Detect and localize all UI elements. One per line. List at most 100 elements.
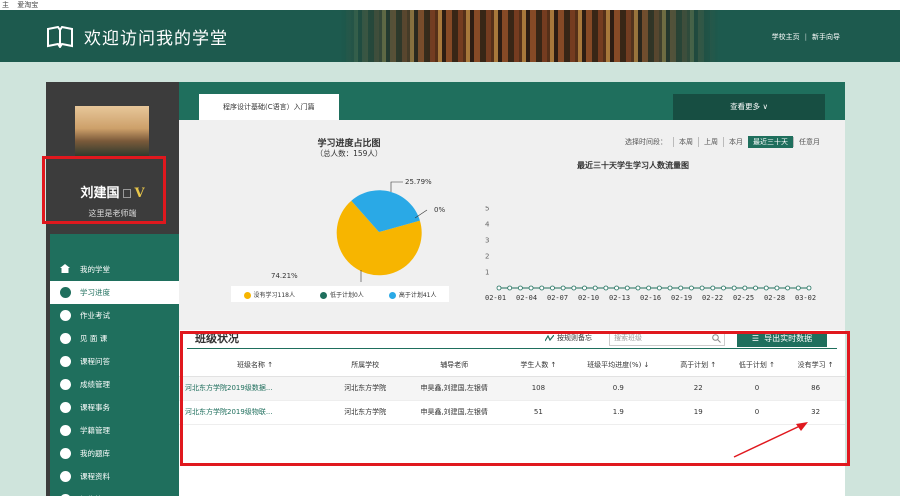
site-title: 欢迎访问我的学堂 bbox=[84, 29, 228, 49]
link-separator: | bbox=[804, 33, 807, 41]
data-point bbox=[550, 285, 555, 291]
x-tick-label: 02-22 bbox=[702, 294, 723, 302]
data-point bbox=[582, 285, 587, 291]
sidebar-item[interactable]: 我的题库 bbox=[50, 442, 179, 465]
statistics-area: 学习进度占比图 （总人数：159人） 25.79% 0% 74.21% 没有学习… bbox=[179, 120, 845, 330]
bookmarks-bar: 主 爱淘宝 bbox=[0, 0, 900, 10]
data-point bbox=[721, 285, 726, 291]
period-option[interactable]: 最近三十天 bbox=[748, 136, 793, 148]
view-more-button[interactable]: 查看更多 ∨ bbox=[673, 94, 825, 120]
legend-item[interactable]: 高于计划41人 bbox=[388, 290, 437, 299]
home-icon bbox=[60, 264, 70, 273]
sidebar-item-label: 见 面 课 bbox=[80, 334, 108, 343]
data-point bbox=[806, 285, 812, 291]
avatar[interactable] bbox=[75, 106, 149, 156]
beginner-guide-link[interactable]: 新手向导 bbox=[812, 33, 840, 41]
top-links: 学校主页 | 新手向导 bbox=[772, 32, 840, 42]
y-tick-label: 1 bbox=[485, 269, 489, 277]
site-logo[interactable]: 欢迎访问我的学堂 bbox=[46, 24, 228, 49]
school-home-link[interactable]: 学校主页 bbox=[772, 33, 800, 41]
pie-legend: 没有学习118人 低于计划0人 高于计划41人 bbox=[231, 286, 449, 302]
legend-dot bbox=[388, 291, 396, 299]
legend-label: 没有学习118人 bbox=[253, 291, 295, 299]
data-point bbox=[614, 285, 619, 291]
sidebar-item-label: 课程事务 bbox=[80, 403, 110, 412]
traffic-line-chart: 1 2 3 4 5 02-01 02-04 02-07 02-10 02-13 02-16 02-19… bbox=[485, 206, 816, 302]
line-chart-title: 最近三十天学生学习人数流量图 bbox=[577, 161, 689, 170]
data-point bbox=[774, 285, 780, 291]
pie-label-not-learning: 74.21% bbox=[271, 272, 298, 280]
y-tick-label: 2 bbox=[485, 253, 489, 261]
data-point bbox=[646, 285, 652, 291]
check-icon bbox=[60, 379, 71, 390]
data-point bbox=[592, 285, 598, 291]
data-point bbox=[731, 285, 737, 291]
data-point bbox=[539, 285, 545, 291]
data-point bbox=[699, 285, 705, 291]
data-point bbox=[528, 285, 534, 291]
period-option[interactable]: 上周 bbox=[698, 137, 723, 147]
y-tick-label: 5 bbox=[485, 206, 489, 213]
folder-icon bbox=[60, 471, 71, 482]
data-point bbox=[656, 285, 662, 291]
sidebar-item[interactable]: 学习进度 bbox=[50, 281, 179, 304]
sidebar-item[interactable]: 学籍管理 bbox=[50, 419, 179, 442]
data-point bbox=[742, 285, 748, 291]
data-point bbox=[753, 285, 758, 291]
data-point bbox=[496, 285, 502, 291]
period-option[interactable]: 本周 bbox=[673, 137, 698, 147]
chat-icon bbox=[60, 356, 71, 367]
data-point bbox=[795, 285, 801, 291]
progress-icon bbox=[60, 287, 71, 298]
data-point bbox=[785, 285, 791, 291]
sidebar-item-label: 学籍管理 bbox=[80, 426, 110, 435]
sidebar-item[interactable]: 招生管理 bbox=[50, 488, 179, 496]
sidebar-item-label: 我的学堂 bbox=[80, 265, 110, 274]
sidebar-item[interactable]: 课程事务 bbox=[50, 396, 179, 419]
period-label: 选择时间段： bbox=[625, 138, 667, 146]
pencil-icon bbox=[60, 310, 71, 321]
annotation-arrow bbox=[733, 422, 808, 458]
period-option[interactable]: 任意月 bbox=[793, 137, 825, 147]
course-tab-bar: 程序设计基础(C语言）入门篇 查看更多 ∨ bbox=[179, 82, 845, 120]
x-tick-label: 02-07 bbox=[547, 294, 568, 302]
x-tick-label: 02-01 bbox=[485, 294, 506, 302]
sidebar-item[interactable]: 作业考试 bbox=[50, 304, 179, 327]
sidebar-item[interactable]: 成绩管理 bbox=[50, 373, 179, 396]
sidebar-item-label: 学习进度 bbox=[80, 288, 110, 297]
progress-pie-chart: 25.79% 0% 74.21% bbox=[271, 178, 445, 282]
sidebar-item-label: 我的题库 bbox=[80, 449, 110, 458]
legend-item[interactable]: 低于计划0人 bbox=[319, 290, 364, 299]
sidebar-item[interactable]: 我的学堂 bbox=[50, 258, 179, 281]
data-point bbox=[571, 285, 577, 291]
site-header: 欢迎访问我的学堂 学校主页 | 新手向导 bbox=[0, 10, 900, 62]
legend-dot bbox=[243, 291, 251, 299]
data-point bbox=[689, 285, 694, 291]
data-point bbox=[624, 285, 630, 291]
legend-label: 低于计划0人 bbox=[329, 291, 364, 299]
bookmark-item[interactable]: 主 bbox=[2, 1, 9, 9]
pie-label-above-plan: 25.79% bbox=[405, 178, 432, 186]
data-point bbox=[560, 285, 566, 291]
book-icon bbox=[60, 448, 71, 459]
x-tick-label: 02-16 bbox=[640, 294, 661, 302]
pie-label-below-plan: 0% bbox=[434, 206, 445, 214]
sidebar-item-label: 成绩管理 bbox=[80, 380, 110, 389]
globe-icon bbox=[60, 333, 71, 344]
data-point bbox=[635, 285, 641, 291]
data-point bbox=[710, 285, 716, 291]
period-option[interactable]: 本月 bbox=[723, 137, 748, 147]
data-point bbox=[507, 285, 513, 291]
label-line bbox=[390, 181, 403, 192]
legend-label: 高于计划41人 bbox=[398, 291, 437, 299]
legend-item[interactable]: 没有学习118人 bbox=[243, 290, 295, 299]
tab-course[interactable]: 程序设计基础(C语言）入门篇 bbox=[199, 94, 339, 120]
sidebar-item[interactable]: 课程问答 bbox=[50, 350, 179, 373]
bookmark-item[interactable]: 爱淘宝 bbox=[17, 1, 38, 9]
y-tick-label: 4 bbox=[485, 221, 490, 229]
side-panel: 刘建国 V 这里是老师端 我的学堂 学习进度 作业考试见 面 课课程问答 成绩管理 课程事… bbox=[46, 82, 179, 496]
sidebar-item[interactable]: 课程资料 bbox=[50, 465, 179, 488]
sidebar-item[interactable]: 见 面 课 bbox=[50, 327, 179, 350]
sidebar-item-label: 作业考试 bbox=[80, 311, 110, 320]
header-banner-image bbox=[340, 10, 720, 62]
